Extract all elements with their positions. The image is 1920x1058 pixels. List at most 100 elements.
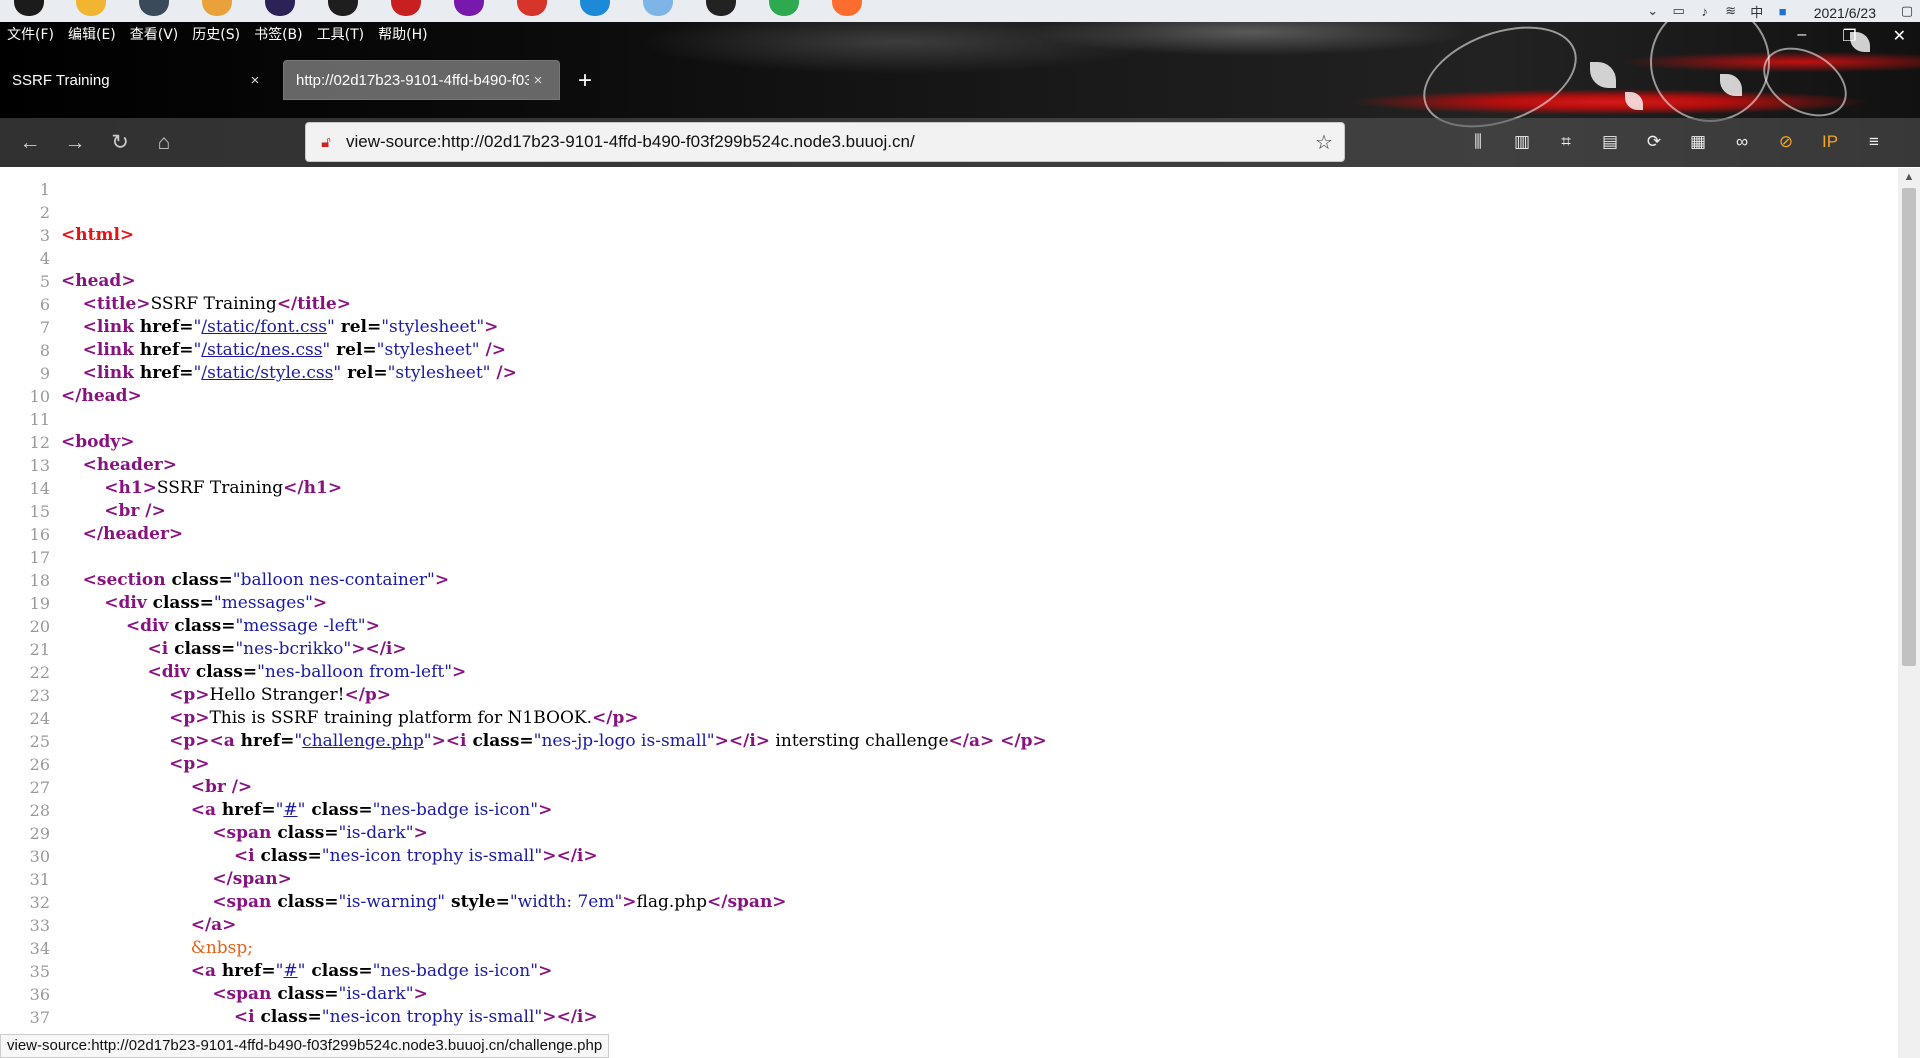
menu-icon[interactable]: ≡ [1861, 128, 1887, 156]
url-text[interactable]: view-source:http://02d17b23-9101-4ffd-b4… [346, 132, 1304, 152]
source-link[interactable]: challenge.php [302, 731, 424, 751]
app-icon-2[interactable] [139, 0, 169, 16]
line-number: 33 [29, 916, 50, 935]
source-code: </span> [61, 868, 292, 891]
library-icon[interactable]: ⫼ [1465, 128, 1491, 156]
menu-item[interactable]: 编辑(E) [61, 24, 123, 44]
battery-icon[interactable]: ▭ [1666, 3, 1692, 19]
insecure-lock-icon[interactable]: 🔓︎ [306, 134, 346, 151]
source-token: <span [212, 823, 278, 843]
source-line: 11 [0, 408, 1898, 431]
minimize-icon[interactable]: – [1797, 26, 1806, 46]
source-token: "stylesheet" [376, 340, 480, 360]
source-token: "nes-jp-logo is-small" [533, 731, 715, 751]
volume-icon[interactable]: ♪ [1692, 4, 1718, 19]
file-explorer-icon[interactable] [76, 0, 106, 16]
scroll-up-arrow-icon[interactable]: ▲ [1898, 168, 1920, 186]
crop-icon[interactable]: ⌗ [1553, 128, 1579, 156]
system-tray: ⌄ ▭ ♪ ≋ 中 ■ 2021/6/23 ▢ [1640, 0, 1920, 22]
app-icon-10[interactable] [643, 0, 673, 16]
source-token [61, 846, 234, 866]
input-method-icon[interactable]: 中 [1744, 2, 1770, 21]
source-token: ></i> [351, 639, 407, 659]
source-link[interactable]: /static/font.css [201, 317, 327, 337]
source-token: href= [139, 340, 194, 360]
source-link[interactable]: /static/style.css [201, 363, 333, 383]
source-code: <p><a href="challenge.php"><i class="nes… [61, 730, 1047, 753]
record-icon[interactable] [391, 0, 421, 16]
qq-icon[interactable] [706, 0, 736, 16]
tab-ssrf-training[interactable]: SSRF Training × [0, 60, 276, 100]
source-line: 37 <i class="nes-icon trophy is-small"><… [0, 1006, 1898, 1029]
source-token: href= [240, 731, 295, 751]
maximize-icon[interactable]: ❐ [1842, 26, 1856, 46]
menu-item[interactable]: 帮助(H) [371, 24, 434, 44]
pycharm-icon[interactable] [328, 0, 358, 16]
wifi-icon[interactable]: ≋ [1718, 3, 1744, 19]
source-line: 36 <span class="is-dark"> [0, 983, 1898, 1006]
source-line: 13 <header> [0, 454, 1898, 477]
source-token: <i [147, 639, 175, 659]
chrome-canary-icon[interactable] [202, 0, 232, 16]
tab-view-source[interactable]: http://02d17b23-9101-4ffd-b490-f03f299b5… [283, 60, 560, 100]
app-icon-8[interactable] [517, 0, 547, 16]
source-token [61, 754, 169, 774]
source-token: </p> [344, 685, 392, 705]
source-link[interactable]: /static/nes.css [201, 340, 322, 360]
line-number: 28 [29, 801, 50, 820]
source-code: <link href="/static/font.css" rel="style… [61, 316, 499, 339]
home-button[interactable]: ⌂ [150, 129, 178, 157]
firefox-icon[interactable] [832, 0, 862, 16]
menu-item[interactable]: 查看(V) [123, 24, 186, 44]
ip-icon[interactable]: IP [1817, 128, 1843, 156]
source-link[interactable]: # [283, 800, 297, 820]
menu-item[interactable]: 书签(B) [247, 24, 310, 44]
line-number: 22 [29, 663, 50, 682]
vertical-scrollbar[interactable]: ▲ [1898, 168, 1920, 1058]
block-icon[interactable]: ⊘ [1773, 128, 1799, 156]
extension-icon[interactable]: ▤ [1597, 128, 1623, 156]
source-line: 7 <link href="/static/font.css" rel="sty… [0, 316, 1898, 339]
notification-icon[interactable]: ▢ [1894, 3, 1920, 19]
glasses-icon[interactable]: ∞ [1729, 128, 1755, 156]
close-icon[interactable]: × [529, 72, 547, 89]
onenote-icon[interactable] [454, 0, 484, 16]
source-code: <p> [61, 753, 209, 776]
source-token: <div [147, 662, 196, 682]
line-number: 21 [29, 640, 50, 659]
source-link[interactable]: # [283, 961, 297, 981]
chevron-up-icon[interactable]: ⌄ [1640, 3, 1666, 19]
source-line: 4 [0, 247, 1898, 270]
edge-icon[interactable] [580, 0, 610, 16]
menu-item[interactable]: 工具(T) [310, 24, 371, 44]
menu-item[interactable]: 文件(F) [0, 24, 61, 44]
container-icon[interactable]: ▦ [1685, 128, 1711, 156]
close-icon[interactable]: ✕ [1893, 26, 1906, 46]
reload-button[interactable]: ↻ [106, 129, 134, 157]
source-token: "width: 7em" [509, 892, 623, 912]
sync-icon[interactable]: ⟳ [1641, 128, 1667, 156]
chrome-icon[interactable] [769, 0, 799, 16]
scrollbar-thumb[interactable] [1902, 188, 1916, 666]
sidebar-icon[interactable]: ▥ [1509, 128, 1535, 156]
close-icon[interactable]: × [246, 72, 264, 89]
source-token: <section [82, 570, 172, 590]
source-token: " [327, 317, 335, 337]
forward-button[interactable]: → [61, 129, 89, 157]
source-line: 28 <a href="#" class="nes-badge is-icon"… [0, 799, 1898, 822]
bookmark-star-icon[interactable]: ☆ [1304, 130, 1344, 155]
menu-item[interactable]: 历史(S) [185, 24, 247, 44]
windows-start-icon[interactable] [14, 0, 44, 16]
line-number: 36 [29, 985, 50, 1004]
app-tray-icon[interactable]: ■ [1770, 4, 1796, 19]
source-code: <i class="nes-icon trophy is-small"></i> [61, 845, 598, 868]
new-tab-button[interactable]: + [578, 66, 592, 96]
source-token: SSRF Training [156, 478, 284, 498]
source-token: <div [104, 593, 153, 613]
line-number: 29 [29, 824, 50, 843]
url-bar[interactable]: 🔓︎ view-source:http://02d17b23-9101-4ffd… [305, 122, 1345, 162]
source-token: class= [305, 961, 373, 981]
taskbar-clock[interactable]: 2021/6/23 [1796, 5, 1894, 21]
eclipse-icon[interactable] [265, 0, 295, 16]
back-button[interactable]: ← [16, 129, 44, 157]
